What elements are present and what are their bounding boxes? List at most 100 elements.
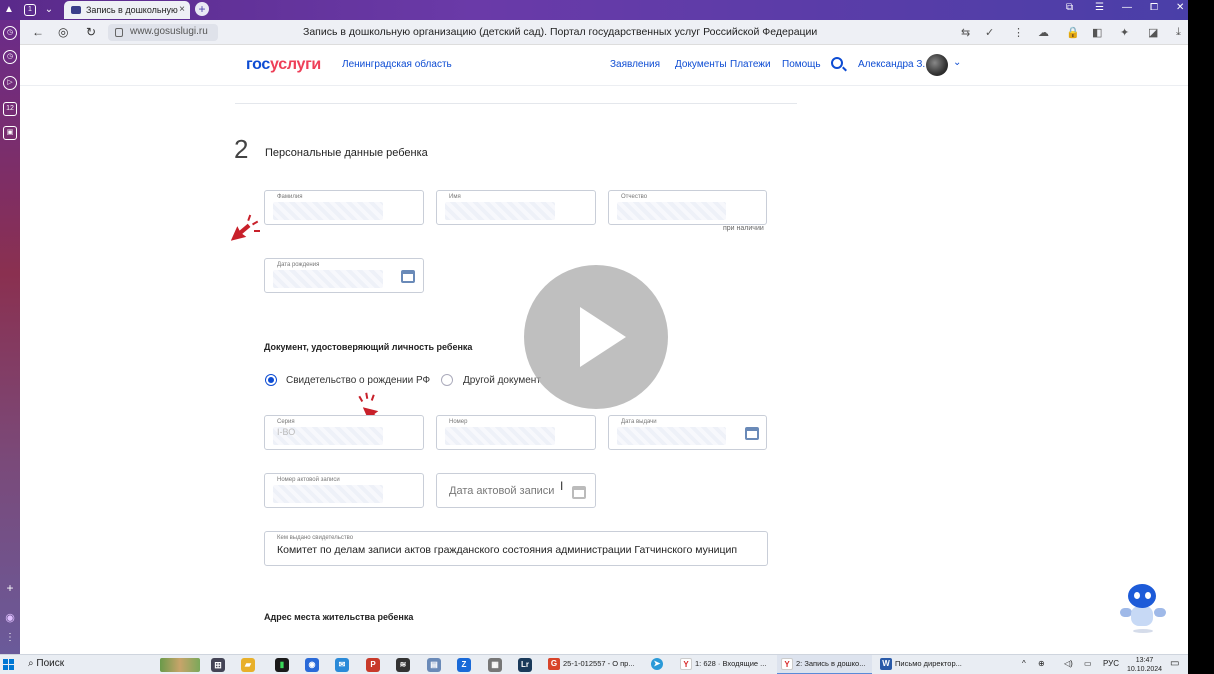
password-icon[interactable]: 🔒 xyxy=(1066,26,1080,39)
nav-applications[interactable]: Заявления xyxy=(610,59,660,70)
app-icon[interactable]: ≋ xyxy=(396,658,410,672)
task-view-icon[interactable]: ⊞ xyxy=(211,658,225,672)
record-date-placeholder: Дата актовой записи xyxy=(449,485,555,497)
nav-payments[interactable]: Платежи xyxy=(730,59,771,70)
notes-icon[interactable]: ▤ xyxy=(427,658,441,672)
extensions-icon[interactable]: ✦ xyxy=(1120,26,1129,39)
issued-by-value: Комитет по делам записи актов гражданско… xyxy=(277,544,738,556)
assistant-robot-icon[interactable] xyxy=(1118,584,1168,634)
tray-expand-icon[interactable]: ^ xyxy=(1022,659,1026,668)
radio-label-other-document[interactable]: Другой документ xyxy=(463,375,541,386)
record-number-field[interactable]: Номер актовой записи xyxy=(264,473,424,508)
lightroom-icon[interactable]: Lr xyxy=(518,658,532,672)
avatar[interactable] xyxy=(926,54,948,76)
language-indicator[interactable]: РУС xyxy=(1103,659,1119,668)
network-icon[interactable]: ⊕ xyxy=(1038,659,1045,668)
radio-other-document[interactable] xyxy=(441,374,453,386)
browser-sidebar: ◷ ◷ ▷ 12 ▣ + ◉ ⋮ xyxy=(0,20,20,654)
tab-active[interactable]: Запись в дошкольную × xyxy=(64,1,190,19)
taskbar-item-active[interactable]: Y 2: Запись в дошко... xyxy=(781,658,865,670)
volume-icon[interactable]: ◁) xyxy=(1064,659,1073,668)
search-icon[interactable] xyxy=(831,57,843,69)
region-link[interactable]: Ленинградская область xyxy=(342,59,452,70)
calendar-icon[interactable]: 12 xyxy=(3,102,17,116)
series-value: I-ВО xyxy=(277,427,296,437)
minimize-icon[interactable]: — xyxy=(1122,2,1132,13)
alice-icon[interactable]: ◉ xyxy=(3,612,17,626)
back-button[interactable]: ← xyxy=(32,25,44,39)
surname-field[interactable]: Фамилия xyxy=(264,190,424,225)
calendar-icon[interactable] xyxy=(745,427,759,440)
chevron-down-icon[interactable]: ⌄ xyxy=(953,57,961,68)
cloud-icon[interactable]: ☁ xyxy=(1038,26,1049,39)
more-icon[interactable]: ⋮ xyxy=(1013,26,1024,39)
profile-icon[interactable]: ▲ xyxy=(2,3,16,17)
tabs-menu-icon[interactable]: 1 xyxy=(24,4,36,16)
calendar-icon[interactable] xyxy=(572,486,586,499)
reader-icon[interactable]: ◧ xyxy=(1092,26,1102,39)
video-play-button[interactable] xyxy=(524,265,668,409)
protect-icon[interactable]: ◎ xyxy=(58,25,68,39)
restore-icon[interactable]: ⧠ xyxy=(1150,2,1158,13)
birthdate-field[interactable]: Дата рождения xyxy=(264,258,424,293)
number-field[interactable]: Номер xyxy=(436,415,596,450)
play-icon[interactable]: ▷ xyxy=(3,76,17,90)
taskbar-item[interactable]: W Письмо директор... xyxy=(880,658,962,670)
series-field[interactable]: Серия I-ВО xyxy=(264,415,424,450)
zoom-icon[interactable]: Z xyxy=(457,658,471,672)
more-icon[interactable]: ⋮ xyxy=(3,632,17,646)
windows-start-icon[interactable] xyxy=(3,659,14,670)
radio-label-birth-certificate[interactable]: Свидетельство о рождении РФ xyxy=(286,375,430,386)
nav-help[interactable]: Помощь xyxy=(782,59,821,70)
taskbar-item[interactable]: Y 1: 628 · Входящие ... xyxy=(680,658,766,670)
calculator-icon[interactable]: ▦ xyxy=(488,658,502,672)
file-explorer-icon[interactable]: ▰ xyxy=(241,658,255,672)
redacted-value xyxy=(273,270,383,288)
app-icon[interactable]: ▮ xyxy=(275,658,289,672)
field-label: Номер xyxy=(449,419,468,425)
gosuslugi-logo[interactable]: госуслуги xyxy=(246,56,321,74)
bookmark-icon[interactable]: ✓ xyxy=(985,26,994,39)
new-tab-button[interactable]: + xyxy=(195,2,209,16)
browser-tabstrip: ▲ 1 ⌄ Запись в дошкольную × + ⧉ ☰ — ⧠ ✕ xyxy=(0,0,1188,20)
calendar-icon[interactable] xyxy=(401,270,415,283)
radio-birth-certificate[interactable] xyxy=(265,374,277,386)
user-name[interactable]: Александра З. xyxy=(858,59,925,70)
download-icon[interactable]: ⤓ xyxy=(1176,26,1181,39)
keyboard-icon[interactable]: ▭ xyxy=(1084,659,1092,668)
reload-button[interactable]: ↻ xyxy=(86,25,96,39)
close-window-icon[interactable]: ✕ xyxy=(1176,2,1184,13)
nav-documents[interactable]: Документы xyxy=(675,59,727,70)
clock[interactable]: 13:47 10.10.2024 xyxy=(1127,656,1162,674)
collections-icon[interactable]: ⧉ xyxy=(1066,2,1073,13)
add-icon[interactable]: + xyxy=(3,582,17,596)
history-icon[interactable]: ◷ xyxy=(3,26,17,40)
powerpoint-icon[interactable]: P xyxy=(366,658,380,672)
notifications-icon[interactable]: ▭ xyxy=(1170,658,1179,669)
telegram-taskbar-item[interactable]: ➤ xyxy=(651,658,666,670)
redacted-value xyxy=(273,485,383,503)
sidebar-icon[interactable]: ◪ xyxy=(1148,26,1158,39)
time: 13:47 xyxy=(1135,657,1154,664)
issue-date-field[interactable]: Дата выдачи xyxy=(608,415,767,450)
taskbar-item[interactable]: G 25-1-012557 - О пр... xyxy=(548,658,635,670)
browser-app-icon[interactable]: ◉ xyxy=(305,658,319,672)
mail-app-icon[interactable]: ✉ xyxy=(335,658,349,672)
record-date-field[interactable]: Дата актовой записи xyxy=(436,473,596,508)
issued-by-field[interactable]: Кем выдано свидетельство Комитет по дела… xyxy=(264,531,768,566)
taskbar-search[interactable]: ⌕ Поиск xyxy=(28,658,64,669)
field-label: Дата выдачи xyxy=(621,419,657,425)
address-bar: ← ◎ ↻ www.gosuslugi.ru Запись в дошкольн… xyxy=(20,20,1188,45)
gallery-icon[interactable]: ▣ xyxy=(3,126,17,140)
chevron-down-icon[interactable]: ⌄ xyxy=(42,3,56,17)
close-tab-icon[interactable]: × xyxy=(179,4,185,15)
translate-icon[interactable]: ⇆ xyxy=(961,26,970,39)
logo-part1: гос xyxy=(246,56,271,73)
menu-icon[interactable]: ☰ xyxy=(1095,2,1104,13)
name-field[interactable]: Имя xyxy=(436,190,596,225)
clock-icon[interactable]: ◷ xyxy=(3,50,17,64)
patronymic-field[interactable]: Отчество xyxy=(608,190,767,225)
url-field[interactable]: www.gosuslugi.ru xyxy=(108,24,218,41)
screen: ▲ 1 ⌄ Запись в дошкольную × + ⧉ ☰ — ⧠ ✕ … xyxy=(0,0,1188,674)
field-label: Имя xyxy=(449,194,461,200)
